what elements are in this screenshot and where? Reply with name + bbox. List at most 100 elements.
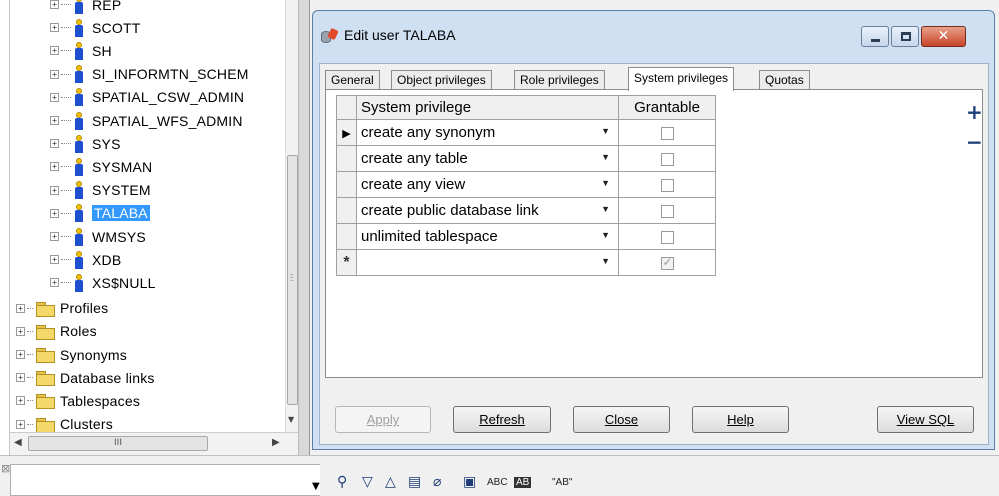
scroll-right-arrow-icon[interactable]: ▶ (272, 437, 280, 448)
grantable-checkbox[interactable] (660, 230, 674, 244)
tree-user-label[interactable]: REP (92, 0, 121, 13)
dropdown-arrow-icon[interactable]: ▼ (601, 256, 610, 266)
tree-user-label[interactable]: XDB (92, 252, 121, 268)
tree-user-label[interactable]: SYSTEM (92, 182, 151, 198)
tree-folder-row[interactable]: + Tablespaces (16, 389, 140, 412)
privilege-cell[interactable]: create any table ▼ (356, 145, 619, 172)
grid-row[interactable]: create any view ▼ (336, 171, 716, 198)
grid-row[interactable]: create any table ▼ (336, 145, 716, 172)
tree-user-row[interactable]: + SPATIAL_CSW_ADMIN (50, 86, 244, 109)
tree-folder-label[interactable]: Clusters (60, 416, 113, 432)
find-history-dropdown-icon[interactable]: ▼ (312, 481, 320, 492)
expand-icon[interactable]: + (16, 396, 25, 406)
exact-phrase-toggle[interactable]: "AB" (552, 477, 572, 488)
tree-folder-row[interactable]: + Database links (16, 366, 155, 389)
tree-user-label[interactable]: WMSYS (92, 229, 146, 245)
tree-user-row[interactable]: + SYS (50, 132, 121, 155)
grantable-checkbox[interactable] (660, 204, 674, 218)
expand-icon[interactable]: + (50, 69, 59, 79)
tree-user-label[interactable]: SPATIAL_WFS_ADMIN (92, 113, 243, 129)
tree-user-row[interactable]: + TALABA (50, 202, 150, 225)
tree-vertical-scrollbar[interactable]: – – – ▼ (285, 0, 298, 432)
tab-system-privileges[interactable]: System privileges (628, 67, 735, 91)
tree-folder-label[interactable]: Synonyms (60, 347, 127, 363)
expand-icon[interactable]: + (50, 116, 59, 125)
expand-icon[interactable]: + (16, 373, 25, 383)
tree-horizontal-scroll-thumb[interactable]: III (28, 436, 208, 451)
tree-folder-row[interactable]: + Clusters (16, 413, 113, 432)
row-indicator[interactable] (336, 223, 357, 250)
tree-user-label[interactable]: XS$NULL (92, 275, 156, 291)
view-sql-button[interactable]: View SQL (877, 406, 974, 433)
grantable-checkbox[interactable] (660, 178, 674, 192)
close-button[interactable]: Close (573, 406, 670, 433)
expand-icon[interactable]: + (50, 232, 59, 241)
dropdown-arrow-icon[interactable]: ▼ (601, 230, 610, 240)
expand-icon[interactable]: + (16, 326, 25, 336)
tab-role-privileges[interactable]: Role privileges (514, 70, 605, 90)
column-header-grantable[interactable]: Grantable (618, 95, 716, 120)
expand-icon[interactable]: + (50, 162, 59, 172)
tree-user-row[interactable]: + SCOTT (50, 16, 140, 39)
tree-user-label[interactable]: SYS (92, 136, 121, 152)
pane-splitter[interactable] (298, 0, 310, 455)
tab-general[interactable]: General (325, 70, 380, 90)
tree-user-label[interactable]: SPATIAL_CSW_ADMIN (92, 89, 244, 105)
tree-user-row[interactable]: + SYSMAN (50, 155, 152, 178)
dropdown-arrow-icon[interactable]: ▼ (601, 152, 610, 162)
whole-word-toggle[interactable]: AB (514, 477, 532, 488)
row-indicator[interactable]: ▶ (336, 119, 357, 146)
refresh-button[interactable]: Refresh (453, 406, 551, 433)
tree-horizontal-scrollbar[interactable]: ◀ III ▶ (10, 432, 298, 455)
expand-icon[interactable]: + (50, 278, 59, 288)
remove-privilege-button[interactable]: − (966, 132, 983, 152)
tree-user-row[interactable]: + WMSYS (50, 225, 146, 248)
pin-icon[interactable]: ⊠ (1, 462, 10, 475)
expand-icon[interactable]: + (50, 46, 59, 56)
grid-row[interactable]: create public database link ▼ (336, 197, 716, 224)
tree-folder-label[interactable]: Roles (60, 323, 97, 339)
tree-user-row[interactable]: + XDB (50, 248, 121, 271)
tree-user-row[interactable]: + XS$NULL (50, 271, 156, 294)
column-header-system-privilege[interactable]: System privilege (356, 95, 619, 120)
row-indicator[interactable] (336, 171, 357, 198)
tree-vertical-scroll-thumb[interactable]: – – – (287, 155, 298, 405)
expand-icon[interactable]: + (16, 303, 25, 313)
expand-icon[interactable]: + (50, 0, 59, 9)
dropdown-arrow-icon[interactable]: ▼ (601, 204, 610, 214)
tree-user-row[interactable]: + SI_INFORMTN_SCHEM (50, 63, 249, 86)
expand-icon[interactable]: + (50, 208, 59, 218)
dropdown-arrow-icon[interactable]: ▼ (601, 126, 610, 136)
tree-user-label[interactable]: SH (92, 43, 112, 59)
grantable-checkbox[interactable] (660, 255, 674, 270)
expand-icon[interactable]: + (50, 23, 59, 33)
tree-folder-label[interactable]: Tablespaces (60, 393, 140, 409)
help-button[interactable]: Help (692, 406, 789, 433)
tree-user-label[interactable]: SI_INFORMTN_SCHEM (92, 66, 249, 82)
tree-user-row[interactable]: + SH (50, 39, 112, 62)
tab-object-privileges[interactable]: Object privileges (391, 70, 492, 90)
highlight-all-icon[interactable]: ▤ (408, 474, 421, 490)
match-case-toggle[interactable]: ABC (487, 477, 508, 488)
row-indicator[interactable] (336, 197, 357, 224)
tree-folder-row[interactable]: + Profiles (16, 297, 108, 320)
tree-folder-label[interactable]: Database links (60, 370, 155, 386)
scroll-down-arrow-icon[interactable]: ▼ (288, 415, 294, 424)
dialog-titlebar[interactable]: Edit user TALABA ✕ (313, 11, 994, 63)
expand-icon[interactable]: + (50, 92, 59, 102)
row-indicator[interactable]: * (336, 249, 357, 276)
privilege-cell[interactable]: create any synonym ▼ (356, 119, 619, 146)
scroll-left-arrow-icon[interactable]: ◀ (14, 437, 22, 448)
find-input[interactable] (10, 464, 320, 496)
expand-icon[interactable]: + (16, 350, 25, 359)
close-window-button[interactable]: ✕ (921, 26, 966, 47)
clear-icon[interactable]: ⌀ (433, 474, 441, 490)
row-indicator[interactable] (336, 145, 357, 172)
tree-folder-row[interactable]: + Roles (16, 320, 97, 343)
apply-button[interactable]: Apply (335, 406, 431, 433)
tree-user-label[interactable]: SYSMAN (92, 159, 152, 175)
minimize-button[interactable] (861, 26, 889, 47)
tree-folder-row[interactable]: + Synonyms (16, 343, 127, 366)
tree-user-row[interactable]: + REP (50, 0, 121, 16)
tree-user-row[interactable]: + SPATIAL_WFS_ADMIN (50, 109, 243, 132)
